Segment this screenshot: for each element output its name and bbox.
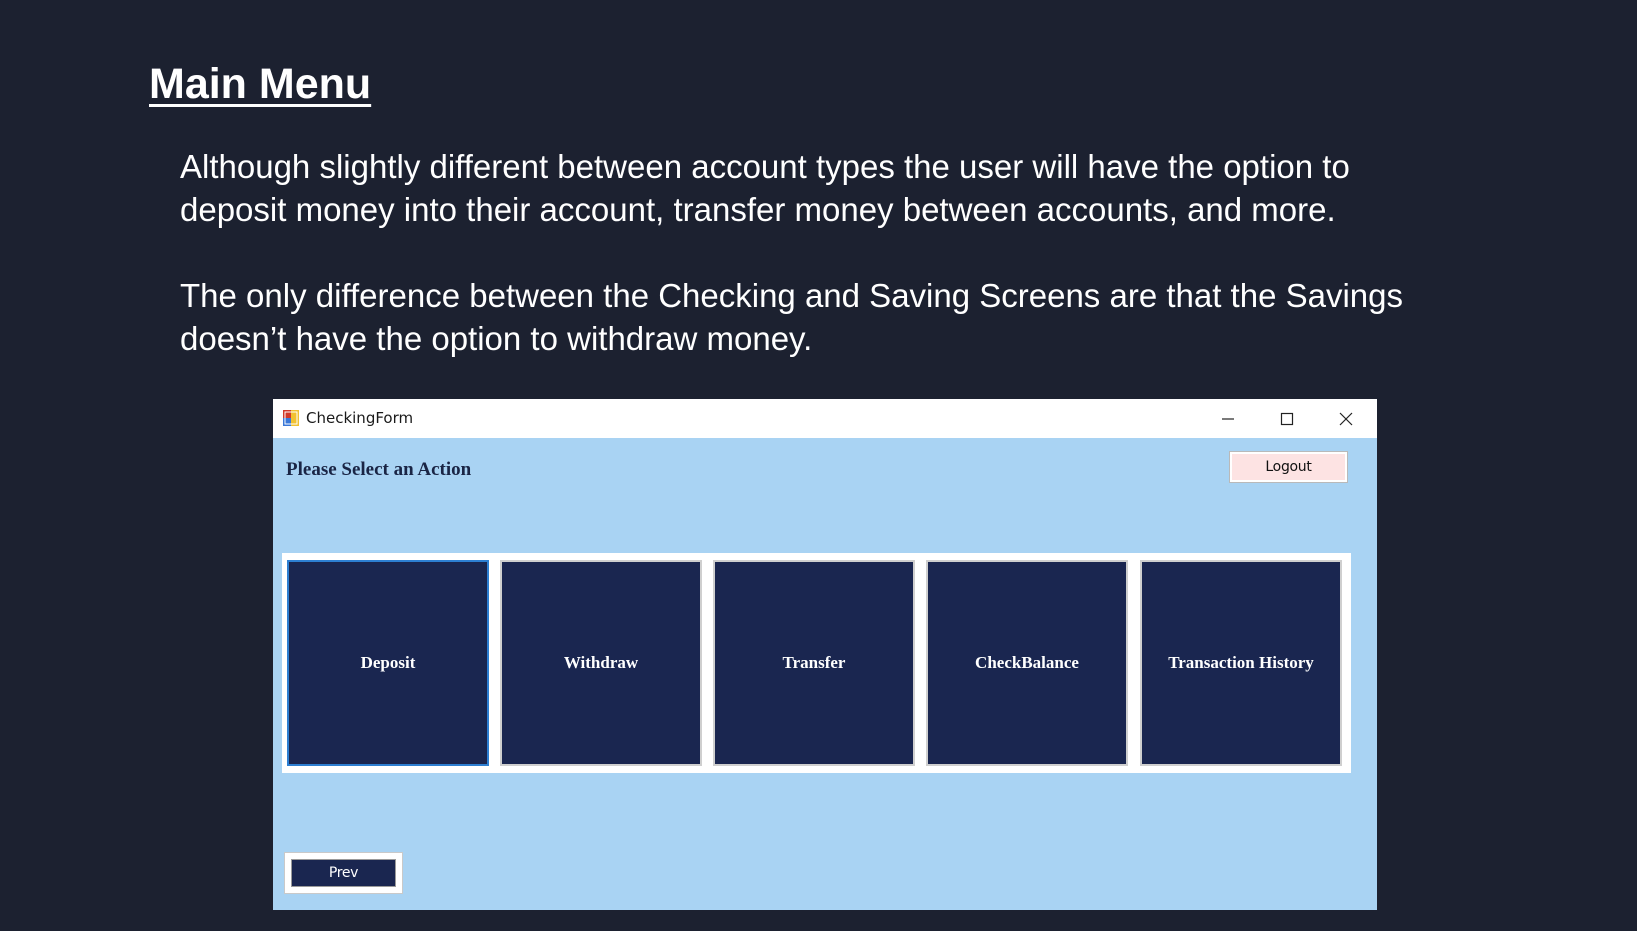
logout-button[interactable]: Logout <box>1229 451 1348 483</box>
action-button-panel: Deposit Withdraw Transfer CheckBalance T… <box>282 553 1351 773</box>
transaction-history-button[interactable]: Transaction History <box>1140 560 1342 766</box>
prev-button-frame: Prev <box>284 852 403 894</box>
window-title: CheckingForm <box>306 409 414 427</box>
prev-button[interactable]: Prev <box>291 859 396 887</box>
maximize-icon <box>1280 412 1294 425</box>
intro-paragraph-line: deposit money into their account, transf… <box>180 191 1336 228</box>
minimize-button[interactable] <box>1205 399 1251 438</box>
intro-paragraph-line: Although slightly different between acco… <box>180 148 1350 185</box>
transfer-button[interactable]: Transfer <box>713 560 915 766</box>
minimize-icon <box>1222 417 1234 420</box>
maximize-button[interactable] <box>1264 399 1310 438</box>
slide-title: Main Menu <box>149 60 372 108</box>
difference-paragraph: The only difference between the Checking… <box>180 274 1403 360</box>
difference-paragraph-line: doesn’t have the option to withdraw mone… <box>180 320 813 357</box>
intro-paragraph: Although slightly different between acco… <box>180 145 1350 231</box>
check-balance-button[interactable]: CheckBalance <box>926 560 1128 766</box>
difference-paragraph-line: The only difference between the Checking… <box>180 277 1403 314</box>
window-titlebar[interactable]: CheckingForm <box>273 399 1377 438</box>
close-button[interactable] <box>1323 399 1369 438</box>
close-icon <box>1339 412 1353 425</box>
form-app-icon <box>283 410 299 426</box>
deposit-button[interactable]: Deposit <box>287 560 489 766</box>
withdraw-button[interactable]: Withdraw <box>500 560 702 766</box>
checking-form-window: CheckingForm Please Select an Action Log… <box>273 399 1377 910</box>
form-heading: Please Select an Action <box>286 459 472 480</box>
